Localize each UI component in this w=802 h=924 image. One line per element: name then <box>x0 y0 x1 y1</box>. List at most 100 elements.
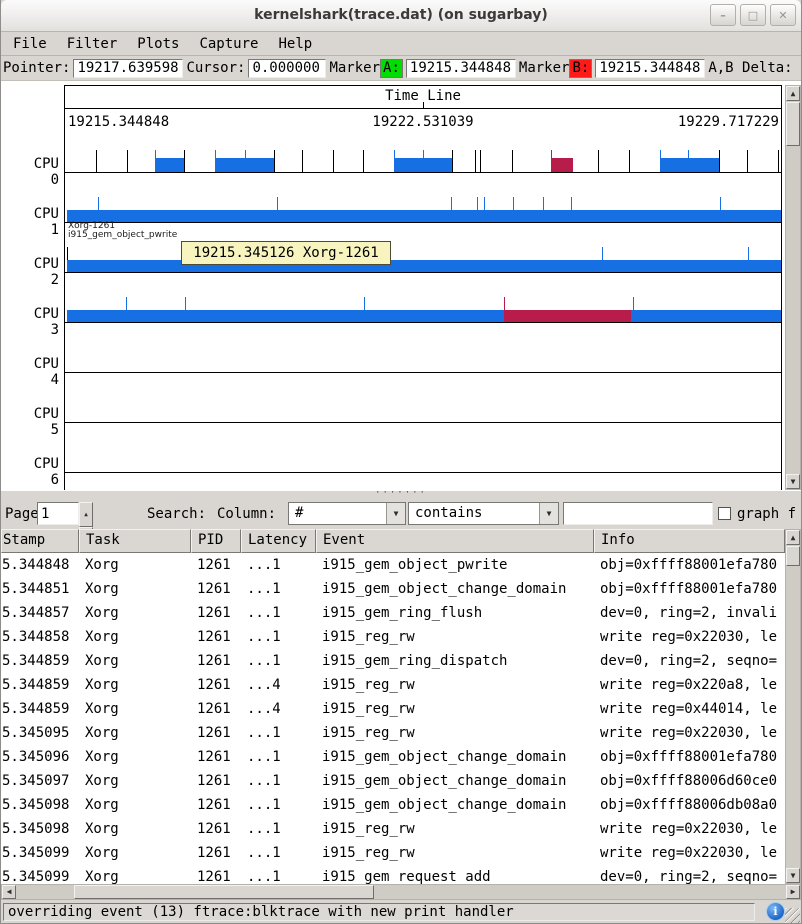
menu-item-plots[interactable]: Plots <box>127 33 189 55</box>
title-bar[interactable]: kernelshark(trace.dat) (on sugarbay) – □… <box>1 0 801 32</box>
table-row[interactable]: 5.344859Xorg1261...1i915_gem_ring_dispat… <box>1 649 785 673</box>
marker-a-label: Marker <box>329 60 380 76</box>
menu-item-help[interactable]: Help <box>268 33 322 55</box>
event-tick <box>451 197 452 210</box>
header-task[interactable]: Task <box>79 529 191 553</box>
table-row[interactable]: 5.344851Xorg1261...1i915_gem_object_chan… <box>1 577 785 601</box>
cpu-bar-segment <box>155 158 184 172</box>
close-button[interactable]: ✕ <box>770 4 796 26</box>
pointer-label: Pointer: <box>3 60 70 76</box>
header-stamp[interactable]: Stamp <box>1 529 79 553</box>
event-tick <box>277 197 278 210</box>
menu-item-capture[interactable]: Capture <box>189 33 268 55</box>
resize-grip[interactable] <box>785 908 800 923</box>
match-dropdown-icon[interactable]: ▼ <box>539 503 558 524</box>
column-select-value: # <box>289 503 386 524</box>
hscroll-thumb[interactable] <box>74 885 374 899</box>
table-row[interactable]: 5.344858Xorg1261...1i915_reg_rwwrite reg… <box>1 625 785 649</box>
cell-task: Xorg <box>79 553 191 577</box>
cell-event: i915_gem_ring_flush <box>316 601 594 625</box>
search-input[interactable] <box>563 502 713 525</box>
column-dropdown-icon[interactable]: ▼ <box>386 503 405 524</box>
header-event[interactable]: Event <box>316 529 594 553</box>
timeline-plot[interactable]: CPU 0CPU 1CPU 2CPU 3CPU 4CPU 5CPU 6Xorg-… <box>1 81 785 491</box>
event-tick <box>126 297 127 310</box>
table-vscrollbar[interactable]: ▲ ▼ <box>785 529 801 884</box>
table-row[interactable]: 5.344848Xorg1261...1i915_gem_object_pwri… <box>1 553 785 577</box>
header-pid[interactable]: PID <box>191 529 241 553</box>
match-select[interactable]: contains ▼ <box>408 502 559 525</box>
table-scroll-up-button[interactable]: ▲ <box>786 530 800 545</box>
cell-task: Xorg <box>79 745 191 769</box>
event-tick <box>778 150 779 172</box>
marker-b-value: 19215.344848 <box>595 59 705 78</box>
scroll-left-button[interactable]: ◀ <box>2 885 16 899</box>
cell-event: i915_reg_rw <box>316 673 594 697</box>
status-bar: overriding event (13) ftrace:blktrace wi… <box>1 900 801 924</box>
cell-info: obj=0xffff88006d60ce0 <box>594 769 785 793</box>
menu-item-file[interactable]: File <box>3 33 57 55</box>
table-scroll-thumb[interactable] <box>786 546 800 566</box>
cell-event: i915_gem_object_change_domain <box>316 577 594 601</box>
marker-b-label: Marker <box>519 60 570 76</box>
cell-task: Xorg <box>79 721 191 745</box>
cell-stamp: 5.345099 <box>1 841 79 865</box>
marker-a-key: A: <box>380 59 403 78</box>
event-tick <box>629 150 630 172</box>
graph-scroll-thumb[interactable] <box>786 102 800 146</box>
cell-event: i915_gem_ring_dispatch <box>316 649 594 673</box>
table-row[interactable]: 5.345099Xorg1261...1i915_reg_rwwrite reg… <box>1 841 785 865</box>
event-tick <box>185 297 186 310</box>
maximize-button[interactable]: □ <box>740 4 766 26</box>
cell-pid: 1261 <box>191 673 241 697</box>
column-select[interactable]: # ▼ <box>288 502 406 525</box>
event-tick <box>504 297 505 310</box>
info-icon[interactable]: i <box>767 903 784 920</box>
table-hscrollbar[interactable]: ◀ ▶ <box>1 884 801 900</box>
cell-latency: ...1 <box>241 841 316 865</box>
graph-follows-checkbox[interactable] <box>718 507 731 520</box>
graph-scroll-down-button[interactable]: ▼ <box>786 474 800 489</box>
cell-info: dev=0, ring=2, invali <box>594 601 785 625</box>
timeline-graph[interactable]: Time Line 19215.344848 19222.531039 1922… <box>1 81 801 491</box>
event-tick <box>602 247 603 260</box>
event-tick <box>67 247 68 260</box>
table-row[interactable]: 5.345098Xorg1261...1i915_gem_object_chan… <box>1 793 785 817</box>
match-select-value: contains <box>409 503 539 524</box>
menu-item-filter[interactable]: Filter <box>57 33 128 55</box>
event-tick <box>245 150 246 172</box>
table-row[interactable]: 5.345096Xorg1261...1i915_gem_object_chan… <box>1 745 785 769</box>
graph-vscrollbar[interactable]: ▲ ▼ <box>785 85 801 490</box>
splitter-handle[interactable]: ······· <box>1 491 801 498</box>
cpu-bar-segment <box>551 158 573 172</box>
table-row[interactable]: 5.345099Xorg1261...1i915_gem_request_add… <box>1 865 785 884</box>
event-tick <box>363 150 364 172</box>
scroll-right-button[interactable]: ▶ <box>786 885 800 899</box>
page-spin-up-button[interactable]: ▲ <box>79 502 93 527</box>
cpu-label: CPU 1 <box>17 206 59 222</box>
event-tick <box>633 297 634 310</box>
page-spinbox[interactable]: 1 <box>37 502 79 525</box>
table-row[interactable]: 5.345095Xorg1261...1i915_reg_rwwrite reg… <box>1 721 785 745</box>
cell-task: Xorg <box>79 649 191 673</box>
table-row[interactable]: 5.344857Xorg1261...1i915_gem_ring_flushd… <box>1 601 785 625</box>
info-icon-glyph: i <box>773 905 777 918</box>
event-tick <box>215 150 216 172</box>
event-tick <box>719 150 720 172</box>
table-row[interactable]: 5.344859Xorg1261...4i915_reg_rwwrite reg… <box>1 697 785 721</box>
header-info[interactable]: Info <box>594 529 785 553</box>
table-row[interactable]: 5.345098Xorg1261...1i915_reg_rwwrite reg… <box>1 817 785 841</box>
marker-a-value: 19215.344848 <box>406 59 516 78</box>
table-row[interactable]: 5.344859Xorg1261...4i915_reg_rwwrite reg… <box>1 673 785 697</box>
left-arrow-icon: ◀ <box>7 888 12 896</box>
minimize-button[interactable]: – <box>710 4 736 26</box>
table-scroll-down-button[interactable]: ▼ <box>786 868 800 883</box>
cell-stamp: 5.345095 <box>1 721 79 745</box>
table-row[interactable]: 5.345097Xorg1261...1i915_gem_object_chan… <box>1 769 785 793</box>
cpu-bar <box>67 310 781 322</box>
cell-latency: ...1 <box>241 625 316 649</box>
graph-scroll-up-button[interactable]: ▲ <box>786 86 800 101</box>
cell-latency: ...1 <box>241 649 316 673</box>
header-latency[interactable]: Latency <box>241 529 316 553</box>
cell-task: Xorg <box>79 865 191 884</box>
